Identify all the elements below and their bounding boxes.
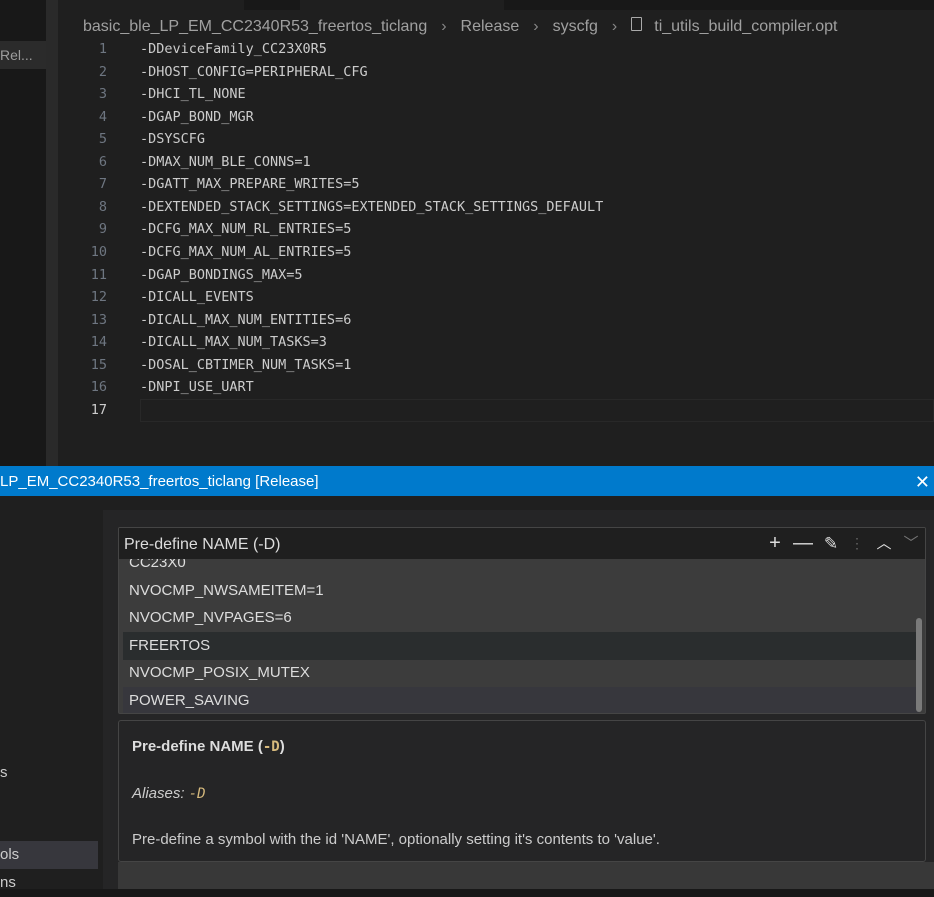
settings-nav: s ols ns	[0, 496, 102, 891]
list-item-hovered[interactable]: POWER_SAVING	[123, 687, 919, 713]
list-item[interactable]: NVOCMP_POSIX_MUTEX	[123, 659, 919, 687]
tooltip-title: Pre-define NAME (-D)	[132, 738, 285, 755]
code-line[interactable]: -DCFG_MAX_NUM_AL_ENTRIES=5	[140, 241, 351, 264]
line-number: 3	[98, 86, 107, 103]
line-number: 17	[90, 401, 107, 418]
breadcrumb-release[interactable]: Release	[461, 18, 520, 36]
hover-tooltip: Pre-define NAME (-D) Aliases: -D Pre-def…	[118, 720, 926, 862]
list-scrollbar[interactable]	[916, 618, 922, 712]
predefine-list-widget: Pre-define NAME (-D) + — ✎ ⋮ ︿ ﹀ CC23X0 …	[118, 527, 926, 714]
breadcrumb-syscfg[interactable]: syscfg	[553, 18, 598, 36]
line-number: 4	[98, 108, 107, 125]
code-line[interactable]: -DICALL_MAX_NUM_TASKS=3	[140, 331, 327, 354]
line-number: 16	[90, 379, 107, 396]
sidebar-item-release[interactable]: Rel...	[0, 41, 46, 69]
nav-item[interactable]: ns	[0, 869, 98, 897]
code-line[interactable]: -DGAP_BONDINGS_MAX=5	[140, 264, 303, 287]
breadcrumb: basic_ble_LP_EM_CC2340R53_freertos_ticla…	[83, 16, 837, 38]
line-number: 7	[98, 176, 107, 193]
file-icon	[631, 17, 643, 31]
tooltip-aliases: Aliases: -D	[132, 785, 206, 802]
list-item[interactable]: NVOCMP_NVPAGES=6	[123, 604, 919, 632]
breadcrumb-project[interactable]: basic_ble_LP_EM_CC2340R53_freertos_ticla…	[83, 18, 427, 36]
code-line[interactable]: -DMAX_NUM_BLE_CONNS=1	[140, 151, 311, 174]
line-number: 10	[90, 243, 107, 260]
tooltip-description: Pre-define a symbol with the id 'NAME', …	[132, 831, 660, 848]
line-number: 8	[98, 198, 107, 215]
code-line[interactable]: -DICALL_EVENTS	[140, 286, 254, 309]
editor-tab[interactable]	[58, 0, 244, 10]
line-number: 5	[98, 131, 107, 148]
list-item-selected[interactable]: FREERTOS	[123, 632, 919, 660]
chevron-right-icon: ›	[533, 18, 539, 35]
sidebar-item-label: Rel...	[0, 47, 33, 63]
close-icon[interactable]: ✕	[915, 466, 930, 498]
code-line[interactable]: -DHOST_CONFIG=PERIPHERAL_CFG	[140, 61, 368, 84]
pencil-icon[interactable]: ✎	[820, 528, 842, 559]
chevron-right-icon: ›	[611, 18, 618, 35]
code-line[interactable]: -DOSAL_CBTIMER_NUM_TASKS=1	[140, 354, 351, 377]
next-setting-field	[118, 862, 934, 889]
code-line[interactable]: -DICALL_MAX_NUM_ENTITIES=6	[140, 309, 351, 332]
code-line[interactable]: -DGAP_BOND_MGR	[140, 106, 254, 129]
line-number: 15	[90, 356, 107, 373]
nav-item-selected[interactable]: ols	[0, 841, 98, 869]
line-number: 14	[90, 334, 107, 351]
sidebar-scrollbar[interactable]	[46, 0, 58, 466]
list-item[interactable]: NVOCMP_NWSAMEITEM=1	[123, 577, 919, 605]
nav-item[interactable]: s	[0, 759, 98, 787]
code-line[interactable]: -DNPI_USE_UART	[140, 376, 254, 399]
minus-icon[interactable]: —	[792, 528, 814, 559]
code-line[interactable]: -DDeviceFamily_CC23X0R5	[140, 38, 327, 61]
chevron-right-icon: ›	[441, 18, 447, 35]
panel-title-bar: LP_EM_CC2340R53_freertos_ticlang [Releas…	[0, 466, 934, 496]
line-number: 12	[90, 289, 107, 306]
code-line[interactable]: -DEXTENDED_STACK_SETTINGS=EXTENDED_STACK…	[140, 196, 603, 219]
explorer-sidebar	[0, 0, 46, 466]
line-number: 9	[98, 221, 107, 238]
breadcrumb-file[interactable]: ti_utils_build_compiler.opt	[654, 18, 837, 36]
current-line-highlight	[140, 399, 934, 422]
chevron-down-icon[interactable]: ﹀	[900, 528, 922, 559]
code-line[interactable]: -DHCI_TL_NONE	[140, 83, 246, 106]
code-line[interactable]: -DGATT_MAX_PREPARE_WRITES=5	[140, 173, 359, 196]
more-icon: ⋮	[850, 535, 864, 551]
editor-tab-active[interactable]	[300, 0, 504, 10]
code-line[interactable]: -DCFG_MAX_NUM_RL_ENTRIES=5	[140, 218, 351, 241]
chevron-up-icon[interactable]: ︿	[873, 528, 895, 559]
line-number: 13	[90, 311, 107, 328]
widget-label: Pre-define NAME (-D)	[124, 536, 281, 553]
line-number: 2	[98, 63, 107, 80]
line-number: 11	[90, 266, 107, 283]
code-line[interactable]: -DSYSCFG	[140, 128, 205, 151]
line-number: 1	[98, 41, 107, 57]
line-number: 6	[98, 153, 107, 170]
panel-title: LP_EM_CC2340R53_freertos_ticlang [Releas…	[0, 473, 319, 490]
plus-icon[interactable]: +	[764, 528, 786, 559]
